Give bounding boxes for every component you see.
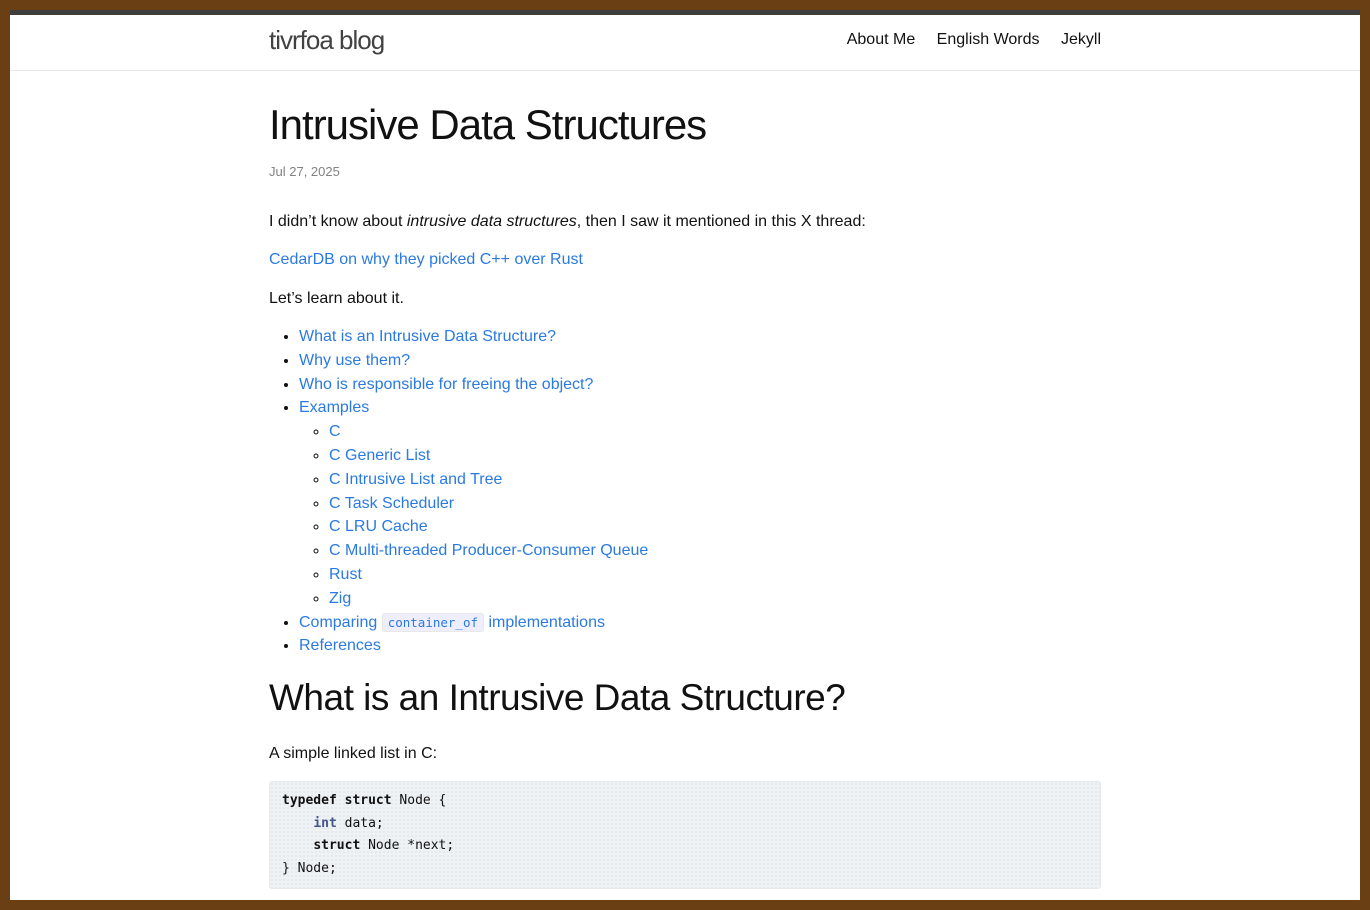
post-title: Intrusive Data Structures [269, 101, 707, 148]
toc-link-c-task-scheduler[interactable]: C Task Scheduler [329, 495, 454, 512]
code-keyword: struct [344, 793, 392, 809]
toc-link-c-lru-cache[interactable]: C LRU Cache [329, 518, 428, 535]
inline-code-container-of: container_of [381, 612, 485, 632]
toc-subitem: C Task Scheduler [329, 492, 1101, 516]
toc-item: Comparing container_of implementations [299, 611, 1101, 635]
code-type: int [313, 815, 337, 831]
toc-link-why-use[interactable]: Why use them? [299, 352, 410, 369]
thread-link-paragraph: CedarDB on why they picked C++ over Rust [269, 248, 1101, 272]
thread-link[interactable]: CedarDB on why they picked C++ over Rust [269, 251, 583, 268]
toc-subitem: C [329, 420, 1101, 444]
post-date: Jul 27, 2025 [269, 164, 340, 179]
toc-item: Why use them? [299, 349, 1101, 373]
lets-learn-paragraph: Let’s learn about it. [269, 290, 404, 307]
toc-examples-list: C C Generic List C Intrusive List and Tr… [299, 420, 1101, 610]
toc-comparing-text-end: implementations [484, 613, 605, 631]
code-text: } Node; [282, 860, 337, 876]
code-text: Node *next; [360, 838, 455, 854]
site-header: tivrfoa blog About Me English Words Jeky… [10, 15, 1360, 71]
site-nav: About Me English Words Jekyll [830, 31, 1101, 49]
toc-subitem: C Generic List [329, 444, 1101, 468]
toc-item: What is an Intrusive Data Structure? [299, 325, 1101, 349]
toc-link-what-is[interactable]: What is an Intrusive Data Structure? [299, 328, 556, 345]
toc-link-references[interactable]: References [299, 637, 381, 654]
toc-link-c-intrusive-list-tree[interactable]: C Intrusive List and Tree [329, 471, 502, 488]
code-block: typedef struct Node { int data; struct N… [269, 781, 1101, 890]
toc-item: References [299, 634, 1101, 658]
toc-link-c-producer-consumer[interactable]: C Multi-threaded Producer-Consumer Queue [329, 542, 648, 559]
code-text: Node { [391, 793, 447, 809]
toc-subitem: C Multi-threaded Producer-Consumer Queue [329, 539, 1101, 563]
toc-item: Examples C C Generic List C Intrusive Li… [299, 396, 1101, 610]
section-paragraph: A simple linked list in C: [269, 745, 438, 763]
browser-page: tivrfoa blog About Me English Words Jeky… [10, 10, 1360, 900]
intro-emphasis: intrusive data structures [406, 213, 577, 230]
toc-link-zig[interactable]: Zig [329, 590, 351, 607]
toc-link-c[interactable]: C [329, 423, 341, 440]
toc-link-examples[interactable]: Examples [299, 399, 369, 416]
toc-link-freeing[interactable]: Who is responsible for freeing the objec… [299, 376, 593, 393]
toc-link-c-generic-list[interactable]: C Generic List [329, 447, 430, 464]
toc-item: Who is responsible for freeing the objec… [299, 373, 1101, 397]
nav-about-me[interactable]: About Me [847, 31, 915, 48]
toc-subitem: Rust [329, 563, 1101, 587]
nav-english-words[interactable]: English Words [937, 31, 1040, 48]
section-heading: What is an Intrusive Data Structure? [269, 677, 846, 719]
site-title-link[interactable]: tivrfoa blog [269, 25, 385, 56]
post-content: Intrusive Data Structures Jul 27, 2025 I… [269, 70, 1101, 890]
toc-comparing-text: Comparing [299, 613, 382, 631]
code-keyword: typedef [282, 793, 337, 809]
toc-subitem: Zig [329, 587, 1101, 611]
toc-subitem: C LRU Cache [329, 515, 1101, 539]
toc-link-comparing[interactable]: Comparing container_of implementations [299, 612, 605, 632]
table-of-contents: What is an Intrusive Data Structure? Why… [269, 325, 1101, 658]
nav-jekyll[interactable]: Jekyll [1061, 31, 1101, 48]
intro-text: I didn’t know about [269, 213, 407, 230]
intro-paragraph: I didn’t know about intrusive data struc… [269, 210, 1101, 234]
intro-text-end: , then I saw it mentioned in this X thre… [576, 213, 866, 230]
toc-subitem: C Intrusive List and Tree [329, 468, 1101, 492]
toc-link-rust[interactable]: Rust [329, 566, 362, 583]
code-text: data; [336, 815, 384, 831]
code-keyword: struct [313, 838, 361, 854]
